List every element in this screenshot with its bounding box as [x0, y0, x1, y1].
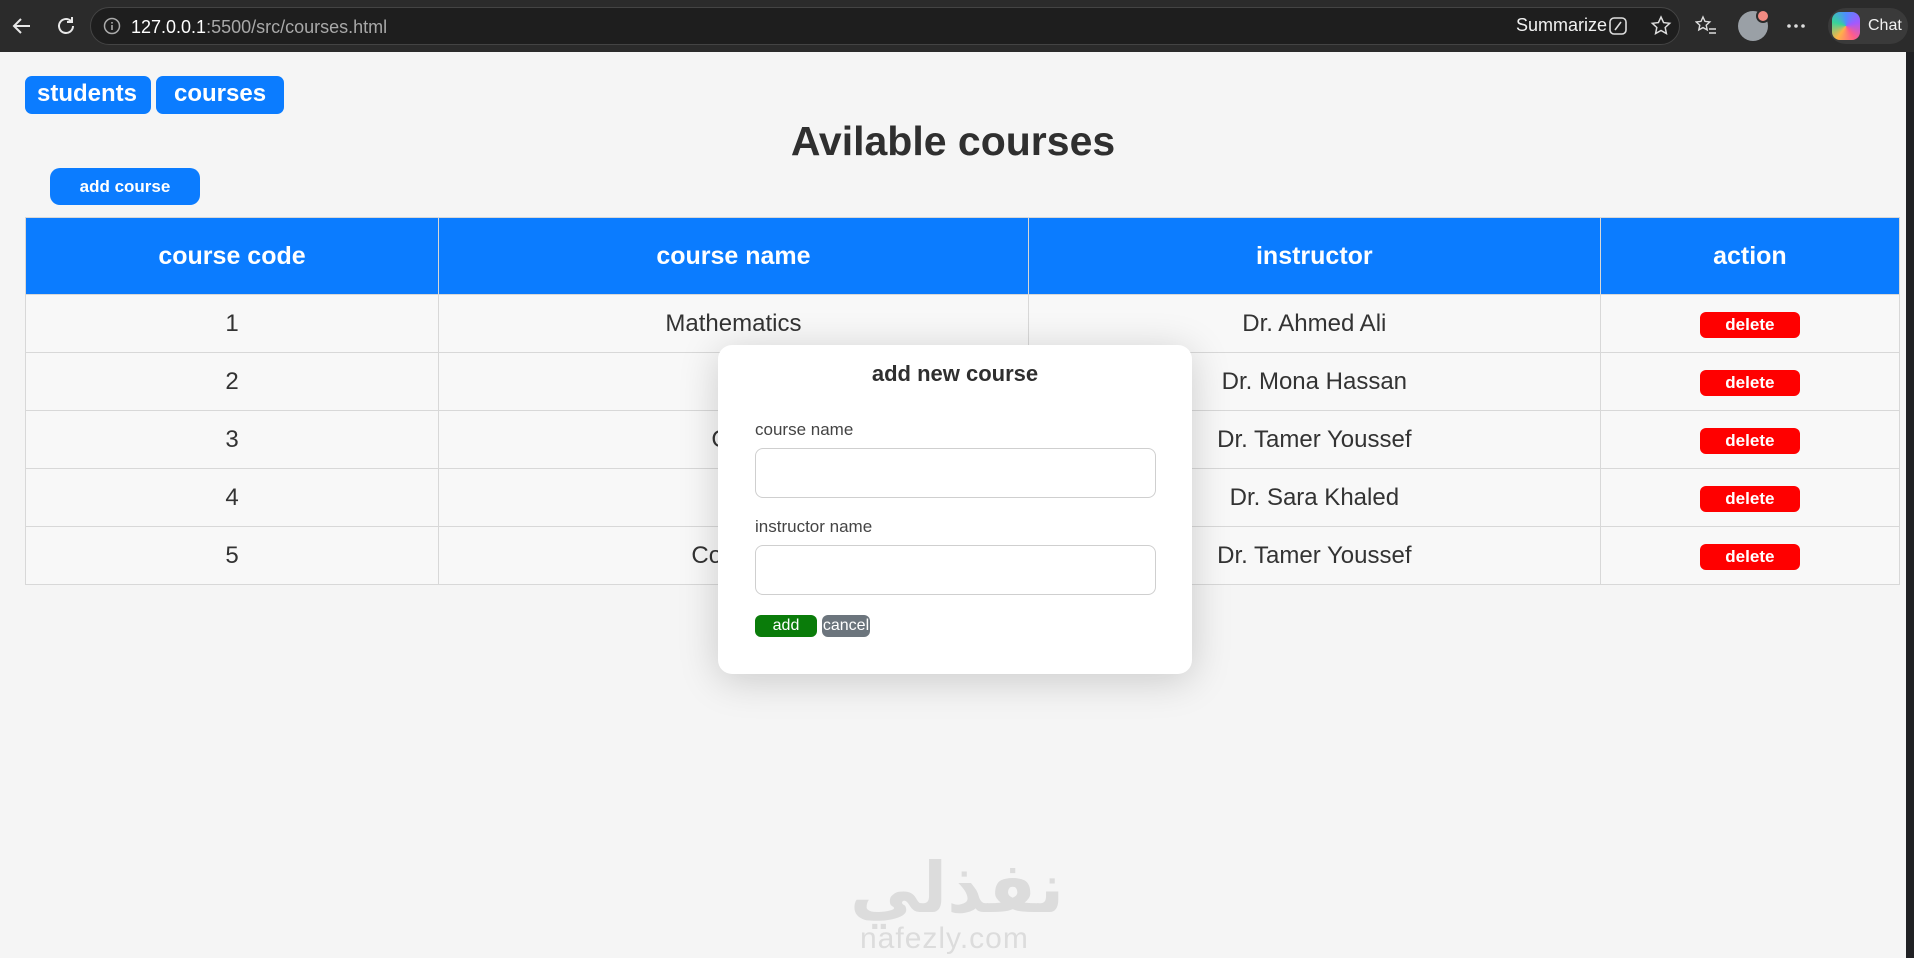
nav-courses-link[interactable]: courses [156, 76, 285, 114]
cell-course-code: 4 [25, 468, 439, 527]
cell-action: delete [1599, 294, 1901, 353]
page-content: students courses Avilable courses add co… [0, 52, 1906, 958]
url-host: 127.0.0.1 [131, 17, 207, 37]
modal-cancel-button[interactable]: cancel [822, 615, 870, 637]
course-name-label: course name [755, 420, 854, 439]
watermark-logo: نفذلي [850, 847, 1065, 929]
modal-add-button[interactable]: add [755, 615, 817, 637]
instructor-name-input[interactable] [755, 545, 1156, 595]
reload-icon[interactable] [52, 12, 80, 40]
cell-action: delete [1599, 410, 1901, 469]
cell-instructor: Dr. Ahmed Ali [1027, 294, 1601, 353]
chat-button[interactable]: Chat [1828, 8, 1908, 44]
cell-course-code: 1 [25, 294, 439, 353]
delete-button[interactable]: delete [1699, 312, 1800, 338]
header-course-name: course name [438, 217, 1029, 295]
header-action: action [1599, 217, 1901, 295]
site-info-icon[interactable] [103, 17, 121, 40]
cell-course-code: 3 [25, 410, 439, 469]
cell-course-name: Mathematics [438, 294, 1029, 353]
favorite-star-icon[interactable] [1647, 12, 1675, 40]
cell-action: delete [1599, 352, 1901, 411]
delete-button[interactable]: delete [1699, 486, 1800, 512]
delete-button[interactable]: delete [1699, 370, 1800, 396]
cell-action: delete [1599, 526, 1901, 585]
cell-action: delete [1599, 468, 1901, 527]
nav-students-link[interactable]: students [25, 76, 152, 114]
add-course-modal: add new course course name instructor na… [718, 345, 1192, 674]
address-bar[interactable]: 127.0.0.1:5500/src/courses.html [90, 7, 1680, 45]
table-row: 1 Mathematics Dr. Ahmed Ali delete [25, 294, 1901, 353]
browser-toolbar: 127.0.0.1:5500/src/courses.html Summariz… [0, 0, 1914, 52]
url-text: 127.0.0.1:5500/src/courses.html [131, 17, 387, 38]
add-course-button[interactable]: add course [50, 168, 200, 205]
top-navigation: students courses [25, 76, 285, 114]
watermark-domain: nafezly.com [860, 922, 1029, 955]
url-path: :5500/src/courses.html [206, 17, 388, 37]
copilot-icon [1832, 12, 1860, 40]
course-name-input[interactable] [755, 448, 1156, 498]
header-instructor: instructor [1027, 217, 1601, 295]
cell-course-code: 5 [25, 526, 439, 585]
header-course-code: course code [25, 217, 439, 295]
copilot-summarize-icon[interactable] [1604, 12, 1632, 40]
cell-course-code: 2 [25, 352, 439, 411]
delete-button[interactable]: delete [1699, 428, 1800, 454]
profile-avatar[interactable] [1738, 9, 1770, 41]
summarize-button[interactable]: Summarize [1516, 15, 1607, 36]
table-header-row: course code course name instructor actio… [25, 217, 1901, 295]
notification-dot [1756, 9, 1770, 23]
page-title: Avilable courses [790, 118, 1116, 164]
chat-label: Chat [1868, 17, 1902, 34]
back-icon[interactable] [8, 12, 36, 40]
instructor-name-label: instructor name [755, 517, 873, 536]
more-options-icon[interactable] [1782, 12, 1810, 40]
modal-title: add new course [871, 361, 1039, 386]
favorites-list-icon[interactable] [1692, 12, 1720, 40]
delete-button[interactable]: delete [1699, 544, 1800, 570]
